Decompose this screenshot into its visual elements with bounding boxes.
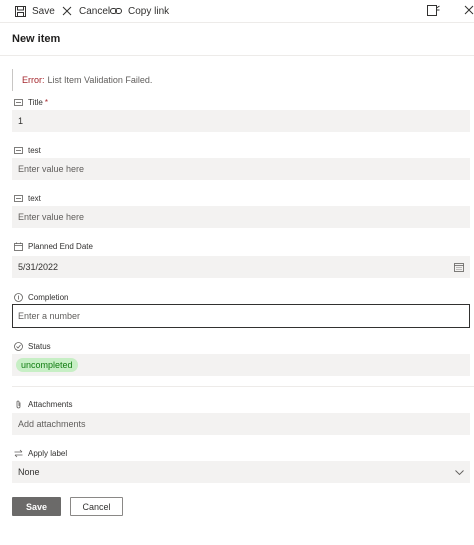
toolbar-copy-link-button[interactable]: Copy link	[110, 0, 169, 22]
close-panel-icon	[464, 5, 474, 15]
apply-label-label: Apply label	[14, 447, 67, 459]
error-prefix: Error:	[22, 75, 45, 85]
toolbar-cancel-button[interactable]: Cancel	[61, 0, 110, 22]
status-label: Status	[14, 340, 51, 352]
check-circle-icon	[14, 341, 23, 351]
completion-label: Completion	[14, 291, 68, 303]
planned-end-date-label: Planned End Date	[14, 240, 93, 252]
cancel-button[interactable]: Cancel	[70, 497, 123, 516]
completion-label-text: Completion	[28, 292, 69, 302]
toolbar-save-label: Save	[32, 5, 55, 17]
close-icon	[61, 5, 73, 17]
apply-label-dropdown[interactable]: None	[12, 461, 470, 483]
test-label-text: test	[28, 145, 41, 155]
paperclip-icon	[14, 400, 23, 409]
open-pane-button[interactable]	[426, 3, 440, 17]
toolbar-copy-link-label: Copy link	[128, 5, 170, 17]
test-field-label: test	[14, 144, 41, 156]
command-bar: Save Cancel Copy link	[0, 0, 474, 22]
save-icon	[14, 5, 26, 17]
title-field-label: Title *	[14, 96, 48, 108]
completion-number-field[interactable]	[18, 311, 469, 321]
close-panel-button[interactable]	[463, 3, 474, 17]
error-message: Error: List Item Validation Failed.	[12, 69, 470, 91]
section-divider	[12, 386, 474, 387]
title-label-text: Title	[28, 97, 43, 107]
attachments-label: Attachments	[14, 398, 72, 410]
apply-label-value: None	[18, 467, 40, 477]
apply-label-label-text: Apply label	[28, 448, 68, 458]
toolbar-cancel-label: Cancel	[79, 5, 111, 17]
text-input[interactable]: Enter value here	[12, 206, 470, 228]
planned-end-date-label-text: Planned End Date	[28, 241, 93, 251]
toolbar-divider	[0, 22, 474, 23]
save-button[interactable]: Save	[12, 497, 61, 516]
text-field-icon	[14, 98, 23, 107]
test-input[interactable]: Enter value here	[12, 158, 470, 180]
swap-arrows-icon	[14, 449, 23, 458]
text-input-placeholder: Enter value here	[18, 212, 85, 222]
status-choice[interactable]: uncompleted	[12, 354, 470, 376]
text-field-icon	[14, 194, 23, 203]
text-field-icon	[14, 146, 23, 155]
attachments-label-text: Attachments	[28, 399, 73, 409]
test-input-placeholder: Enter value here	[18, 164, 85, 174]
number-icon	[14, 292, 23, 302]
title-input[interactable]: 1	[12, 110, 470, 132]
add-attachments-button[interactable]: Add attachments	[12, 413, 470, 435]
text-label-text: text	[28, 193, 41, 203]
title-input-value: 1	[18, 116, 24, 126]
chevron-down-icon	[455, 468, 464, 476]
page-title: New item	[12, 33, 61, 45]
calendar-icon	[14, 242, 23, 251]
completion-input[interactable]	[12, 304, 470, 328]
add-attachments-text: Add attachments	[18, 419, 86, 429]
toolbar-save-button[interactable]: Save	[14, 0, 55, 22]
error-text: List Item Validation Failed.	[47, 75, 153, 85]
status-label-text: Status	[28, 341, 51, 351]
planned-end-date-value: 5/31/2022	[18, 262, 59, 272]
status-badge: uncompleted	[16, 358, 78, 372]
link-icon	[110, 5, 122, 17]
date-picker-icon[interactable]	[454, 262, 464, 272]
text-field-label: text	[14, 192, 41, 204]
required-marker: *	[44, 97, 48, 107]
pane-icon	[426, 4, 440, 16]
planned-end-date-input[interactable]: 5/31/2022	[12, 256, 470, 278]
title-divider	[0, 55, 474, 56]
